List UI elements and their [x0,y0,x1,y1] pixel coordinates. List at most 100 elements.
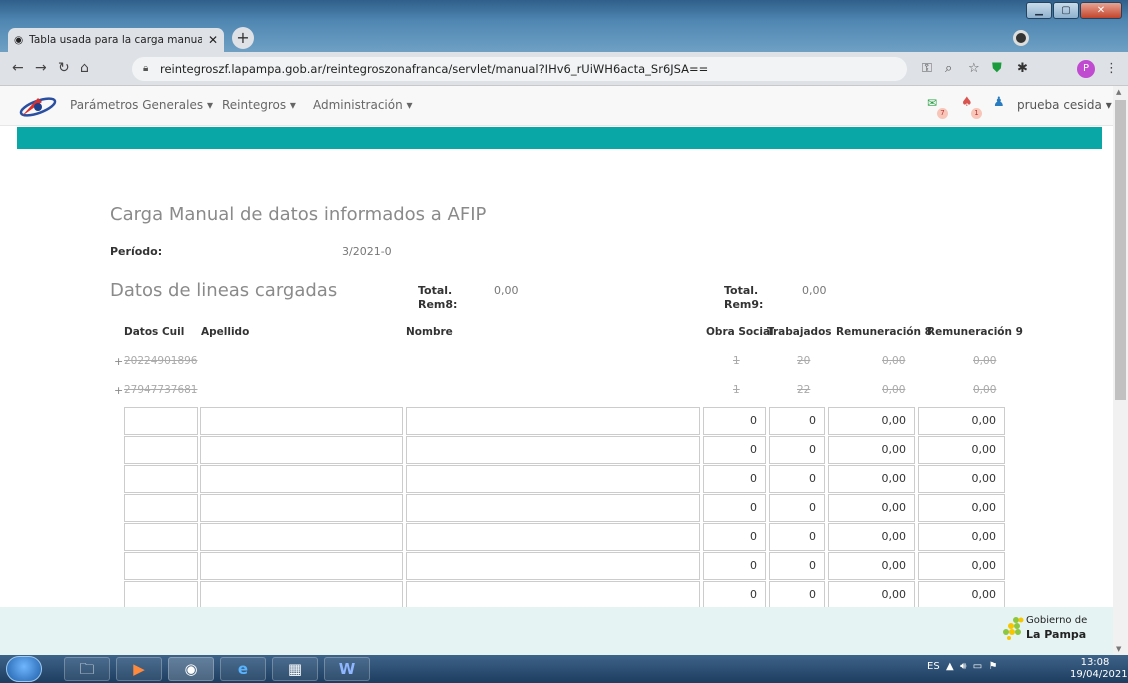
close-window-button[interactable]: ✕ [1080,2,1122,19]
menu-administracion[interactable]: Administración ▾ [313,98,413,112]
menu-reintegros[interactable]: Reintegros ▾ [222,98,296,112]
user-icon[interactable]: ♟ [993,95,1005,110]
trabajados-input[interactable]: 0 [769,552,825,580]
cuil-input[interactable] [124,494,198,522]
apellido-input[interactable] [200,523,403,551]
cuil-input[interactable] [124,552,198,580]
loaded-rem9: 0,00 [973,355,997,367]
apellido-input[interactable] [200,552,403,580]
trabajados-input[interactable]: 0 [769,581,825,609]
clock-date: 19/04/2021 [1070,669,1128,680]
nombre-input[interactable] [406,494,700,522]
app-logo-icon[interactable] [18,94,58,120]
rem9-input[interactable]: 0,00 [918,523,1005,551]
total-rem9-label: Total. [724,284,759,297]
total-rem9-value: 0,00 [802,284,827,297]
trabajados-input[interactable]: 0 [769,407,825,435]
trabajados-input[interactable]: 0 [769,494,825,522]
user-menu[interactable]: prueba cesida ▾ [1017,98,1112,112]
apellido-input[interactable] [200,407,403,435]
internet-explorer-taskbar-icon[interactable]: e [220,657,266,681]
cuil-input[interactable] [124,465,198,493]
obra-social-input[interactable]: 0 [703,552,766,580]
chrome-profile-icon[interactable] [1013,30,1029,46]
cuil-input[interactable] [124,436,198,464]
rem8-input[interactable]: 0,00 [828,465,915,493]
scrollbar-thumb[interactable] [1115,100,1126,400]
key-icon[interactable]: ⚿ [922,61,932,76]
nombre-input[interactable] [406,465,700,493]
cuil-input[interactable] [124,581,198,609]
menu-parametros-generales[interactable]: Parámetros Generales ▾ [70,98,213,112]
trabajados-input[interactable]: 0 [769,436,825,464]
page-scrollbar[interactable]: ▲ ▼ [1113,86,1128,655]
chrome-taskbar-icon[interactable]: ◉ [168,657,214,681]
obra-social-input[interactable]: 0 [703,407,766,435]
nombre-input[interactable] [406,407,700,435]
rem8-input[interactable]: 0,00 [828,494,915,522]
cuil-input[interactable] [124,523,198,551]
rem8-input[interactable]: 0,00 [828,581,915,609]
cuil-input[interactable] [124,407,198,435]
rem8-input[interactable]: 0,00 [828,407,915,435]
star-icon[interactable]: ☆ [968,61,980,76]
rem9-input[interactable]: 0,00 [918,407,1005,435]
nombre-input[interactable] [406,436,700,464]
apellido-input[interactable] [200,465,403,493]
kebab-menu-icon[interactable]: ⋮ [1105,61,1118,76]
mail-icon[interactable]: ✉ [927,96,937,110]
rem9-input[interactable]: 0,00 [918,436,1005,464]
nombre-input[interactable] [406,581,700,609]
rem9-input[interactable]: 0,00 [918,581,1005,609]
loaded-cuil: 27947737681 [124,384,198,396]
extensions-icon[interactable]: ✱ [1017,61,1028,76]
home-icon[interactable]: ⌂ [80,60,89,76]
apellido-input[interactable] [200,436,403,464]
rem9-input[interactable]: 0,00 [918,552,1005,580]
language-indicator[interactable]: ES [927,661,940,672]
reload-icon[interactable]: ↻ [58,60,70,76]
address-bar[interactable]: 🔒︎ reintegroszf.lapampa.gob.ar/reintegro… [132,57,907,81]
browser-tab[interactable]: ◉ Tabla usada para la carga manua ✕ [8,28,224,52]
header-apellido: Apellido [201,326,250,338]
new-tab-button[interactable]: + [232,27,254,49]
back-icon[interactable]: ← [12,60,24,76]
obra-social-input[interactable]: 0 [703,436,766,464]
word-taskbar-icon[interactable]: W [324,657,370,681]
forward-icon[interactable]: → [35,60,47,76]
close-tab-icon[interactable]: ✕ [208,33,218,47]
trabajados-input[interactable]: 0 [769,523,825,551]
rem8-input[interactable]: 0,00 [828,552,915,580]
rem8-input[interactable]: 0,00 [828,436,915,464]
scroll-up-icon[interactable]: ▲ [1116,88,1121,96]
obra-social-input[interactable]: 0 [703,494,766,522]
minimize-button[interactable]: ▁ [1026,2,1052,19]
apellido-input[interactable] [200,581,403,609]
profile-avatar[interactable]: P [1077,60,1095,78]
maximize-button[interactable]: ▢ [1053,2,1079,19]
shield-extension-icon[interactable]: ⛊ [992,61,1002,76]
loaded-obra-social: 1 [733,355,740,367]
obra-social-input[interactable]: 0 [703,465,766,493]
expand-row-icon[interactable]: + [114,384,123,397]
nombre-input[interactable] [406,552,700,580]
loaded-rem8: 0,00 [882,355,906,367]
scroll-down-icon[interactable]: ▼ [1116,645,1121,653]
nombre-input[interactable] [406,523,700,551]
start-button[interactable] [6,656,42,682]
system-clock[interactable]: 13:08 19/04/2021 [1070,657,1128,681]
page-footer [0,607,1113,655]
rem9-input[interactable]: 0,00 [918,465,1005,493]
rem8-input[interactable]: 0,00 [828,523,915,551]
obra-social-input[interactable]: 0 [703,581,766,609]
explorer-taskbar-icon[interactable]: 🗀︎ [64,657,110,681]
apellido-input[interactable] [200,494,403,522]
rem9-input[interactable]: 0,00 [918,494,1005,522]
media-player-taskbar-icon[interactable]: ▶ [116,657,162,681]
trabajados-input[interactable]: 0 [769,465,825,493]
expand-row-icon[interactable]: + [114,355,123,368]
zoom-icon[interactable]: ⌕ [945,61,952,76]
folder-taskbar-icon[interactable]: ▦ [272,657,318,681]
bell-icon[interactable]: ♠ [961,95,973,110]
obra-social-input[interactable]: 0 [703,523,766,551]
